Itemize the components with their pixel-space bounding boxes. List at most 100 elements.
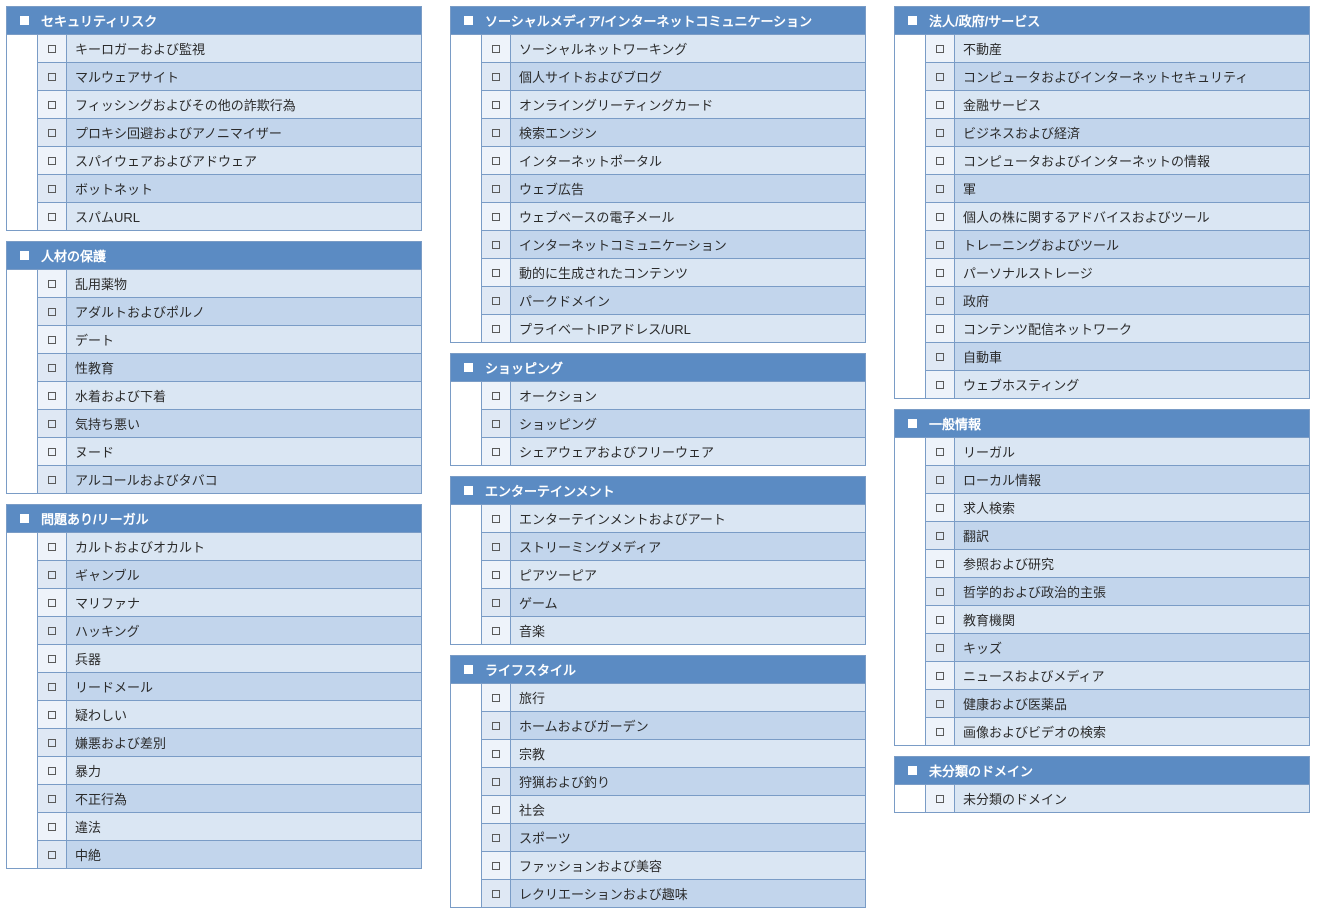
category-row[interactable]: 軍 bbox=[895, 175, 1309, 203]
category-row[interactable]: 未分類のドメイン bbox=[895, 785, 1309, 812]
group-header[interactable]: 人材の保護 bbox=[7, 242, 421, 270]
category-row[interactable]: キッズ bbox=[895, 634, 1309, 662]
row-checkbox[interactable] bbox=[925, 35, 955, 63]
category-row[interactable]: アルコールおよびタバコ bbox=[7, 466, 421, 493]
category-row[interactable]: 教育機関 bbox=[895, 606, 1309, 634]
row-checkbox[interactable] bbox=[925, 466, 955, 494]
category-row[interactable]: ギャンブル bbox=[7, 561, 421, 589]
category-row[interactable]: 社会 bbox=[451, 796, 865, 824]
row-checkbox[interactable] bbox=[925, 231, 955, 259]
row-checkbox[interactable] bbox=[925, 522, 955, 550]
row-checkbox[interactable] bbox=[481, 410, 511, 438]
row-checkbox[interactable] bbox=[481, 796, 511, 824]
row-checkbox[interactable] bbox=[37, 91, 67, 119]
row-checkbox[interactable] bbox=[925, 662, 955, 690]
category-row[interactable]: オークション bbox=[451, 382, 865, 410]
row-checkbox[interactable] bbox=[481, 119, 511, 147]
category-row[interactable]: リードメール bbox=[7, 673, 421, 701]
row-checkbox[interactable] bbox=[481, 824, 511, 852]
category-row[interactable]: ニュースおよびメディア bbox=[895, 662, 1309, 690]
category-row[interactable]: ストリーミングメディア bbox=[451, 533, 865, 561]
row-checkbox[interactable] bbox=[925, 785, 955, 812]
row-checkbox[interactable] bbox=[37, 729, 67, 757]
row-checkbox[interactable] bbox=[481, 259, 511, 287]
category-row[interactable]: ビジネスおよび経済 bbox=[895, 119, 1309, 147]
category-row[interactable]: ウェブ広告 bbox=[451, 175, 865, 203]
category-row[interactable]: ホームおよびガーデン bbox=[451, 712, 865, 740]
category-row[interactable]: フィッシングおよびその他の詐欺行為 bbox=[7, 91, 421, 119]
category-row[interactable]: オンライングリーティングカード bbox=[451, 91, 865, 119]
row-checkbox[interactable] bbox=[37, 119, 67, 147]
row-checkbox[interactable] bbox=[481, 91, 511, 119]
row-checkbox[interactable] bbox=[37, 203, 67, 230]
row-checkbox[interactable] bbox=[37, 410, 67, 438]
group-checkbox[interactable] bbox=[457, 486, 479, 495]
category-row[interactable]: ローカル情報 bbox=[895, 466, 1309, 494]
row-checkbox[interactable] bbox=[481, 287, 511, 315]
row-checkbox[interactable] bbox=[925, 690, 955, 718]
row-checkbox[interactable] bbox=[925, 606, 955, 634]
category-row[interactable]: 参照および研究 bbox=[895, 550, 1309, 578]
category-row[interactable]: パーソナルストレージ bbox=[895, 259, 1309, 287]
group-checkbox[interactable] bbox=[13, 16, 35, 25]
row-checkbox[interactable] bbox=[37, 35, 67, 63]
category-row[interactable]: 個人の株に関するアドバイスおよびツール bbox=[895, 203, 1309, 231]
category-row[interactable]: スパイウェアおよびアドウェア bbox=[7, 147, 421, 175]
category-row[interactable]: 音楽 bbox=[451, 617, 865, 644]
category-row[interactable]: ピアツーピア bbox=[451, 561, 865, 589]
row-checkbox[interactable] bbox=[37, 326, 67, 354]
category-row[interactable]: 旅行 bbox=[451, 684, 865, 712]
category-row[interactable]: 疑わしい bbox=[7, 701, 421, 729]
row-checkbox[interactable] bbox=[37, 298, 67, 326]
category-row[interactable]: 不動産 bbox=[895, 35, 1309, 63]
row-checkbox[interactable] bbox=[37, 382, 67, 410]
category-row[interactable]: リーガル bbox=[895, 438, 1309, 466]
category-row[interactable]: 求人検索 bbox=[895, 494, 1309, 522]
row-checkbox[interactable] bbox=[37, 589, 67, 617]
row-checkbox[interactable] bbox=[481, 203, 511, 231]
category-row[interactable]: 翻訳 bbox=[895, 522, 1309, 550]
row-checkbox[interactable] bbox=[925, 578, 955, 606]
category-row[interactable]: 狩猟および釣り bbox=[451, 768, 865, 796]
row-checkbox[interactable] bbox=[925, 494, 955, 522]
category-row[interactable]: ヌード bbox=[7, 438, 421, 466]
row-checkbox[interactable] bbox=[925, 119, 955, 147]
category-row[interactable]: ファッションおよび美容 bbox=[451, 852, 865, 880]
category-row[interactable]: 哲学的および政治的主張 bbox=[895, 578, 1309, 606]
row-checkbox[interactable] bbox=[481, 438, 511, 465]
group-header[interactable]: 問題あり/リーガル bbox=[7, 505, 421, 533]
category-row[interactable]: プロキシ回避およびアノニマイザー bbox=[7, 119, 421, 147]
row-checkbox[interactable] bbox=[481, 589, 511, 617]
group-header[interactable]: 未分類のドメイン bbox=[895, 757, 1309, 785]
row-checkbox[interactable] bbox=[481, 147, 511, 175]
category-row[interactable]: ボットネット bbox=[7, 175, 421, 203]
row-checkbox[interactable] bbox=[481, 63, 511, 91]
category-row[interactable]: 個人サイトおよびブログ bbox=[451, 63, 865, 91]
row-checkbox[interactable] bbox=[37, 175, 67, 203]
category-row[interactable]: ハッキング bbox=[7, 617, 421, 645]
row-checkbox[interactable] bbox=[481, 382, 511, 410]
group-header[interactable]: 一般情報 bbox=[895, 410, 1309, 438]
row-checkbox[interactable] bbox=[925, 175, 955, 203]
group-checkbox[interactable] bbox=[13, 251, 35, 260]
category-row[interactable]: 兵器 bbox=[7, 645, 421, 673]
group-header[interactable]: ショッピング bbox=[451, 354, 865, 382]
row-checkbox[interactable] bbox=[481, 505, 511, 533]
group-checkbox[interactable] bbox=[457, 665, 479, 674]
row-checkbox[interactable] bbox=[481, 852, 511, 880]
category-row[interactable]: 政府 bbox=[895, 287, 1309, 315]
row-checkbox[interactable] bbox=[925, 550, 955, 578]
row-checkbox[interactable] bbox=[37, 147, 67, 175]
row-checkbox[interactable] bbox=[925, 718, 955, 745]
row-checkbox[interactable] bbox=[481, 768, 511, 796]
category-row[interactable]: 中絶 bbox=[7, 841, 421, 868]
category-row[interactable]: 違法 bbox=[7, 813, 421, 841]
row-checkbox[interactable] bbox=[37, 270, 67, 298]
row-checkbox[interactable] bbox=[37, 617, 67, 645]
row-checkbox[interactable] bbox=[37, 533, 67, 561]
row-checkbox[interactable] bbox=[37, 673, 67, 701]
group-checkbox[interactable] bbox=[901, 16, 923, 25]
group-header[interactable]: ライフスタイル bbox=[451, 656, 865, 684]
category-row[interactable]: トレーニングおよびツール bbox=[895, 231, 1309, 259]
category-row[interactable]: 金融サービス bbox=[895, 91, 1309, 119]
